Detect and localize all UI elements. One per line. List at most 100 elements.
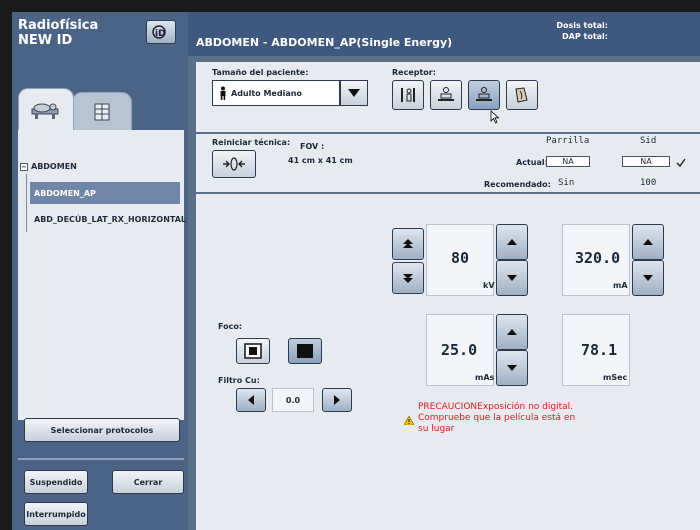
app-screen: Radiofísica NEW ID iD − ABDOMEN ABDOMEN_… xyxy=(12,12,700,530)
kv-down-button[interactable] xyxy=(496,260,528,296)
suspend-label: Suspendido xyxy=(29,477,83,487)
interrupted-label: Interrumpido xyxy=(26,509,86,519)
msec-value: 78.1 xyxy=(581,341,618,359)
exposure-panel: 80 kV 320.0 mA 25.0 mAs 78.1 mSec Foco: … xyxy=(196,194,700,530)
header: ABDOMEN - ABDOMEN_AP(Single Energy) Dosi… xyxy=(188,12,700,56)
protocol-tree-panel: − ABDOMEN ABDOMEN_AP ABD_DECÚB_LAT_RX_HO… xyxy=(18,130,186,420)
left-arrow-icon xyxy=(248,395,254,405)
ma-unit: mA xyxy=(613,281,628,290)
receptor-wall-stand-button[interactable] xyxy=(392,80,424,110)
fov-label: FOV : xyxy=(300,142,325,151)
mas-down-button[interactable] xyxy=(496,350,528,386)
kv-unit: kV xyxy=(483,281,495,290)
check-icon xyxy=(676,158,686,168)
tab-worklist[interactable] xyxy=(72,92,132,130)
grid-icon xyxy=(94,103,110,120)
patient-size-select[interactable]: Adulto Mediano xyxy=(212,80,340,106)
person-icon xyxy=(220,86,226,100)
patient-size-label: Tamaño del paciente: xyxy=(212,68,309,77)
tree-group-label: ABDOMEN xyxy=(31,162,77,171)
dose-summary: Dosis total: DAP total: xyxy=(546,20,608,42)
ma-up-button[interactable] xyxy=(632,224,664,260)
tree-connector xyxy=(26,174,27,232)
reset-technique-label: Reiniciar técnica: xyxy=(212,138,291,147)
patient-size-dropdown[interactable] xyxy=(340,80,368,106)
patient-size-value: Adulto Mediano xyxy=(231,88,302,98)
receptor-table-detector-button[interactable] xyxy=(468,80,500,110)
receptor-label: Receptor: xyxy=(392,68,436,77)
filter-label: Filtro Cu: xyxy=(218,376,260,385)
tree-group-abdomen[interactable]: − ABDOMEN xyxy=(20,162,77,171)
app-title-line2: NEW ID xyxy=(18,33,73,48)
tab-exam[interactable] xyxy=(18,88,74,130)
sidebar-divider xyxy=(18,458,184,460)
mas-value: 25.0 xyxy=(441,341,478,359)
receptor-free-cassette-button[interactable] xyxy=(506,80,538,110)
kv-display: 80 kV xyxy=(426,224,495,296)
svg-text:iD: iD xyxy=(155,29,166,39)
close-label: Cerrar xyxy=(133,477,163,487)
kv-value: 80 xyxy=(451,249,470,267)
table-detector-icon xyxy=(476,87,492,101)
suspend-button[interactable]: Suspendido xyxy=(24,470,88,494)
down-arrow-icon xyxy=(507,365,517,371)
small-focus-button[interactable] xyxy=(236,338,270,364)
warning-line3: su lugar xyxy=(418,424,455,434)
dose-total-label: Dosis total: xyxy=(556,21,608,30)
up-arrow-icon xyxy=(507,239,517,245)
id-icon: iD xyxy=(152,25,166,39)
app-title: Radiofísica NEW ID xyxy=(18,18,98,48)
mas-unit: mAs xyxy=(475,373,495,382)
ma-down-button[interactable] xyxy=(632,260,664,296)
select-protocols-button[interactable]: Seleccionar protocolos xyxy=(24,418,180,442)
filter-increase-button[interactable] xyxy=(322,388,352,412)
kv-fast-up-button[interactable] xyxy=(392,228,424,260)
kv-up-button[interactable] xyxy=(496,224,528,260)
reset-technique-button[interactable] xyxy=(212,150,256,178)
dropdown-arrow-icon xyxy=(348,89,360,97)
reset-arrows-icon xyxy=(223,157,245,171)
sid-recommended-value: 100 xyxy=(640,178,657,188)
grid-header: Parrilla xyxy=(546,136,590,146)
close-button[interactable]: Cerrar xyxy=(112,470,184,494)
list-item-abdomen-ap[interactable]: ABDOMEN_AP xyxy=(30,182,180,204)
warning-message: PRECAUCIONExposición no digital. Comprue… xyxy=(418,402,608,435)
double-up-arrow-icon xyxy=(403,239,413,248)
filter-decrease-button[interactable] xyxy=(236,388,266,412)
interrupted-button[interactable]: Interrumpido xyxy=(24,502,88,526)
fov-value: 41 cm x 41 cm xyxy=(288,156,353,165)
list-item-abd-decub[interactable]: ABD_DECÚB_LAT_RX_HORIZONTAL xyxy=(30,208,186,230)
sid-header: Sid xyxy=(640,136,657,146)
receptor-table-button[interactable] xyxy=(430,80,462,110)
up-arrow-icon xyxy=(643,239,653,245)
small-focus-icon xyxy=(244,343,262,359)
id-icon-button[interactable]: iD xyxy=(146,20,176,44)
warning-line1: PRECAUCIONExposición no digital. xyxy=(418,402,573,412)
select-protocols-label: Seleccionar protocolos xyxy=(50,425,154,435)
cassette-icon xyxy=(515,87,528,103)
page-title: ABDOMEN - ABDOMEN_AP(Single Energy) xyxy=(196,36,453,49)
mas-display: 25.0 mAs xyxy=(426,314,494,386)
collapse-icon[interactable]: − xyxy=(20,162,28,171)
warning-icon xyxy=(404,416,414,425)
warning-line2: Compruebe que la película está en xyxy=(418,413,576,423)
wall-stand-icon xyxy=(401,88,415,102)
list-item-label: ABD_DECÚB_LAT_RX_HORIZONTAL xyxy=(34,214,187,224)
list-item-label: ABDOMEN_AP xyxy=(34,188,96,198)
right-arrow-icon xyxy=(334,395,340,405)
ma-value: 320.0 xyxy=(575,249,621,267)
large-focus-icon xyxy=(297,344,313,358)
patient-table-icon xyxy=(31,103,59,119)
focus-label: Foco: xyxy=(218,322,243,331)
table-icon xyxy=(438,87,454,101)
ma-display: 320.0 mA xyxy=(562,224,630,296)
down-arrow-icon xyxy=(507,275,517,281)
kv-fast-down-button[interactable] xyxy=(392,262,424,294)
sidebar-tabs xyxy=(18,88,186,130)
actual-label: Actual: xyxy=(516,158,548,167)
large-focus-button[interactable] xyxy=(288,338,322,364)
mas-up-button[interactable] xyxy=(496,314,528,350)
grid-actual-value[interactable]: NA xyxy=(546,156,590,167)
up-arrow-icon xyxy=(507,329,517,335)
sid-actual-value[interactable]: NA xyxy=(622,156,670,167)
